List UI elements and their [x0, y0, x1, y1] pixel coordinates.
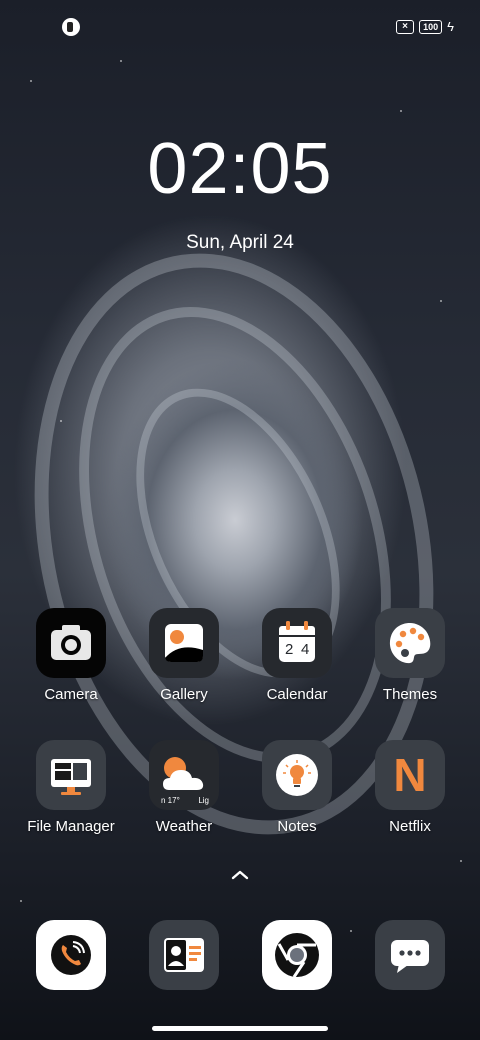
chrome-icon: [262, 920, 332, 990]
contacts-icon: [149, 920, 219, 990]
charging-icon: ϟ: [447, 19, 454, 34]
weather-temp: n 17°: [161, 796, 180, 805]
weather-icon: n 17° Lig: [149, 740, 219, 810]
home-indicator[interactable]: [152, 1026, 328, 1031]
calendar-digit: 2: [285, 641, 294, 658]
status-bar: × 100 ϟ: [0, 16, 480, 40]
battery-icon: 100: [419, 19, 443, 34]
app-label: Netflix: [389, 818, 431, 835]
app-label: Weather: [155, 818, 213, 835]
netflix-letter: N: [393, 749, 427, 801]
app-file-manager[interactable]: File Manager: [16, 740, 126, 835]
dock-contacts[interactable]: [129, 920, 239, 990]
app-netflix[interactable]: N Netflix: [355, 740, 465, 835]
camera-icon: [36, 608, 106, 678]
app-camera[interactable]: Camera: [16, 608, 126, 703]
app-gallery[interactable]: Gallery: [129, 608, 239, 703]
app-calendar[interactable]: 2 4 Calendar: [242, 608, 352, 703]
notification-icon: [62, 18, 80, 36]
app-label: Gallery: [160, 686, 208, 703]
palette-icon: [375, 608, 445, 678]
app-label: Calendar: [266, 686, 328, 703]
netflix-icon: N: [375, 740, 445, 810]
app-label: Notes: [277, 818, 317, 835]
app-themes[interactable]: Themes: [355, 608, 465, 703]
no-sim-icon: ×: [396, 19, 415, 34]
calendar-digit: 4: [301, 641, 310, 658]
app-drawer-chevron-icon[interactable]: [228, 866, 252, 884]
dock-phone[interactable]: [16, 920, 126, 990]
app-notes[interactable]: Notes: [242, 740, 352, 835]
weather-condition: Lig: [198, 796, 209, 805]
app-label: File Manager: [27, 818, 115, 835]
messages-icon: [375, 920, 445, 990]
dock-chrome[interactable]: [242, 920, 352, 990]
phone-icon: [36, 920, 106, 990]
calendar-icon: 2 4: [262, 608, 332, 678]
gallery-icon: [149, 608, 219, 678]
app-weather[interactable]: n 17° Lig Weather: [129, 740, 239, 835]
clock-date[interactable]: Sun, April 24: [0, 232, 480, 254]
app-label: Camera: [44, 686, 98, 703]
lightbulb-icon: [262, 740, 332, 810]
monitor-icon: [36, 740, 106, 810]
dock-messages[interactable]: [355, 920, 465, 990]
clock-time[interactable]: 02:05: [0, 128, 480, 210]
app-label: Themes: [382, 686, 438, 703]
